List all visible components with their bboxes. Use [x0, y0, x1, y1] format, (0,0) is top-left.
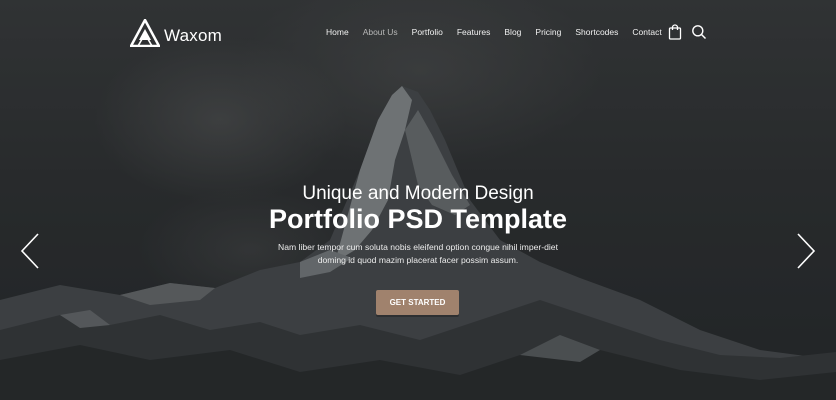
nav-item-about-us[interactable]: About Us — [363, 27, 398, 37]
main-nav: Home About Us Portfolio Features Blog Pr… — [326, 27, 662, 37]
brand-name: Waxom — [164, 25, 222, 45]
get-started-button[interactable]: GET STARTED — [376, 290, 459, 315]
search-icon[interactable] — [691, 24, 707, 40]
chevron-right-icon[interactable] — [795, 232, 817, 270]
hero-title: Portfolio PSD Template — [268, 204, 568, 234]
nav-item-pricing[interactable]: Pricing — [535, 27, 561, 37]
brand-logo[interactable]: Waxom — [128, 17, 222, 52]
chevron-left-icon[interactable] — [19, 232, 41, 270]
nav-item-contact[interactable]: Contact — [632, 27, 661, 37]
shopping-bag-icon[interactable] — [668, 24, 684, 40]
hero-slider: Waxom Home About Us Portfolio Features B… — [0, 0, 836, 400]
nav-item-blog[interactable]: Blog — [504, 27, 521, 37]
hero-description: Nam liber tempor cum soluta nobis eleife… — [278, 242, 558, 265]
hero-subtitle: Unique and Modern Design — [302, 183, 534, 204]
nav-item-shortcodes[interactable]: Shortcodes — [575, 27, 618, 37]
nav-item-portfolio[interactable]: Portfolio — [412, 27, 443, 37]
triangle-logo-icon — [128, 17, 162, 52]
nav-item-home[interactable]: Home — [326, 27, 349, 37]
nav-item-features[interactable]: Features — [457, 27, 491, 37]
